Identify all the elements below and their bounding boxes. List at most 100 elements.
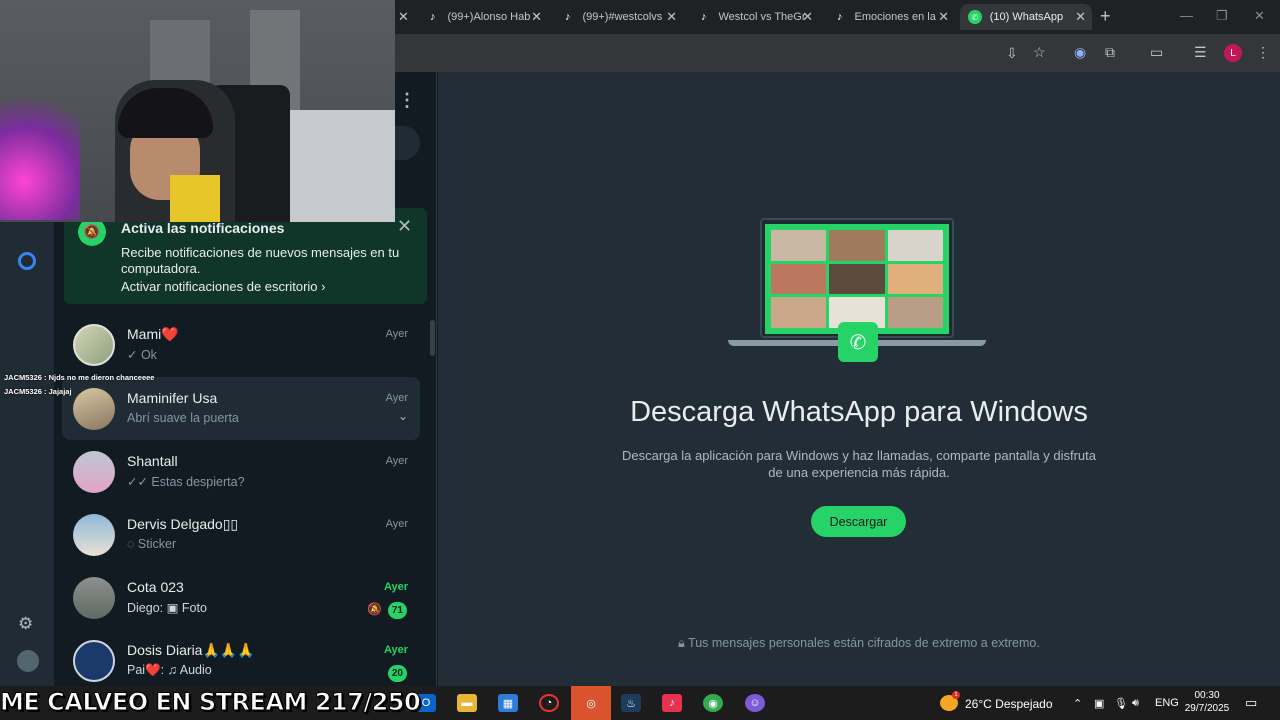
new-tab-button[interactable]: + bbox=[1100, 6, 1111, 27]
stream-chat-message: JACM5326 : Jajajaj bbox=[4, 387, 72, 396]
chevron-up-icon[interactable]: ⌃ bbox=[1073, 697, 1082, 710]
participant-tile bbox=[887, 263, 943, 295]
browser-toolbar bbox=[395, 34, 1280, 72]
close-icon[interactable]: ✕ bbox=[666, 9, 677, 25]
chat-preview: ◌ Sticker bbox=[127, 537, 177, 551]
extensions-puzzle-icon[interactable]: ⧉ bbox=[1105, 44, 1115, 61]
steam-icon[interactable]: ♨ bbox=[621, 694, 641, 712]
tab-tiktok-1[interactable]: ♪ (99+)Alonso Hab ✕ bbox=[418, 4, 548, 30]
weather-text[interactable]: 26°C Despejado bbox=[965, 697, 1053, 711]
tiktok-icon: ♪ bbox=[429, 11, 436, 23]
chat-name: Mami❤️ bbox=[127, 326, 179, 342]
chat-preview: Abrí suave la puerta bbox=[127, 411, 239, 425]
participant-tile bbox=[771, 297, 827, 328]
tab-title: (10) WhatsApp bbox=[989, 11, 1064, 23]
page-title: Descarga WhatsApp para Windows bbox=[630, 396, 1088, 428]
participant-tile bbox=[771, 263, 827, 295]
install-app-icon[interactable]: ⇩ bbox=[1006, 45, 1018, 62]
discord-icon[interactable]: ☺ bbox=[745, 694, 765, 712]
browser-menu-icon[interactable]: ⋮ bbox=[1256, 44, 1270, 61]
chat-name: Cota 023 bbox=[127, 579, 184, 595]
chat-name: Shantall bbox=[127, 453, 178, 469]
bookmark-star-icon[interactable]: ☆ bbox=[1033, 44, 1046, 61]
chat-item[interactable]: Cota 023 Diego: ▣ Foto Ayer 🔕 71 bbox=[62, 566, 420, 629]
tab-tiktok-2[interactable]: ♪ (99+)#westcolvs ✕ bbox=[553, 4, 683, 30]
chat-time: Ayer bbox=[385, 518, 408, 530]
language-indicator[interactable]: ENG bbox=[1155, 697, 1179, 709]
chat-item[interactable]: Dervis Delgado▯▯ ◌ Sticker Ayer bbox=[62, 503, 420, 566]
screen: ✕ ♪ (99+)Alonso Hab ✕ ♪ (99+)#westcolvs … bbox=[0, 0, 1280, 720]
tab-title: (99+)Alonso Hab bbox=[447, 11, 531, 23]
chat-name: Dosis Diaria🙏🙏🙏 bbox=[127, 642, 255, 658]
streaming-app-icon[interactable]: ◎ bbox=[571, 686, 611, 720]
avatar bbox=[73, 388, 115, 430]
laptop-illustration bbox=[760, 218, 954, 338]
tab-title: (99+)#westcolvs bbox=[582, 11, 663, 23]
page-description: Descarga la aplicación para Windows y ha… bbox=[621, 448, 1096, 480]
clock-date: 29/7/2025 bbox=[1184, 703, 1230, 714]
participant-tile bbox=[887, 297, 943, 328]
sidepanel-icon[interactable]: ▭ bbox=[1150, 44, 1163, 61]
download-button[interactable]: Descargar bbox=[811, 506, 906, 537]
intro-panel bbox=[438, 72, 1280, 686]
tiktok-live-icon[interactable]: ♪ bbox=[662, 694, 682, 712]
participant-tile bbox=[771, 230, 827, 261]
encryption-note: 🔒︎ Tus mensajes personales están cifrado… bbox=[438, 636, 1280, 651]
chat-item[interactable]: Maminifer Usa Abrí suave la puerta Ayer … bbox=[62, 377, 420, 440]
chat-item[interactable]: Shantall ✓✓ Estas despierta? Ayer bbox=[62, 440, 420, 503]
media-control-icon[interactable]: ☰ bbox=[1194, 44, 1207, 61]
minimize-icon[interactable]: — bbox=[1180, 8, 1193, 23]
stream-chat-message: JACM5326 : Njds no me dieron chanceeee bbox=[4, 373, 155, 382]
obs-icon[interactable]: ◔ bbox=[539, 694, 559, 712]
meta-ai-icon[interactable] bbox=[18, 252, 36, 270]
chevron-down-icon[interactable]: ⌄ bbox=[398, 409, 408, 423]
tiktok-icon: ♪ bbox=[564, 11, 571, 23]
close-icon[interactable]: ✕ bbox=[531, 9, 542, 25]
settings-gear-icon[interactable]: ⚙ bbox=[18, 614, 33, 634]
volume-icon[interactable]: 🔊︎ bbox=[1132, 697, 1139, 710]
microphone-icon[interactable]: 🎙︎ bbox=[1114, 697, 1128, 710]
chat-list-scrollbar[interactable] bbox=[430, 320, 435, 356]
chat-preview: Pai❤️: ♫ Audio bbox=[127, 663, 212, 677]
close-icon[interactable]: ✕ bbox=[802, 9, 813, 25]
chat-time: Ayer bbox=[385, 328, 408, 340]
video-call-grid bbox=[765, 224, 949, 334]
file-explorer-icon[interactable]: ▬ bbox=[457, 694, 477, 712]
system-clock[interactable]: 00:30 29/7/2025 bbox=[1182, 689, 1232, 715]
participant-tile bbox=[829, 263, 885, 295]
chat-time: Ayer bbox=[383, 581, 408, 593]
close-icon[interactable]: ✕ bbox=[398, 9, 409, 25]
unread-badge: 71 bbox=[387, 602, 407, 619]
unread-badge: 20 bbox=[387, 665, 407, 682]
profile-avatar-rail[interactable] bbox=[17, 650, 39, 672]
chevron-right-icon: › bbox=[321, 279, 326, 294]
chat-item[interactable]: Mami❤️ ✓ Ok Ayer bbox=[62, 313, 420, 376]
close-icon[interactable]: ✕ bbox=[1075, 9, 1086, 25]
notification-center-icon[interactable]: ▭ bbox=[1245, 695, 1257, 711]
chat-time: Ayer bbox=[385, 392, 408, 404]
chrome-icon[interactable]: ◉ bbox=[703, 694, 723, 712]
tab-tiktok-4[interactable]: ♪ Emociones en la ✕ bbox=[825, 4, 955, 30]
enable-notifications-link[interactable]: Activar notificaciones de escritorio › bbox=[121, 279, 326, 294]
camera-icon[interactable]: ▣ bbox=[1094, 697, 1104, 710]
clock-time: 00:30 bbox=[1194, 690, 1220, 701]
restore-icon[interactable]: ❐ bbox=[1216, 8, 1228, 24]
menu-dots-icon[interactable]: ⋮ bbox=[398, 90, 416, 111]
tiktok-icon: ♪ bbox=[836, 11, 843, 23]
encryption-text: Tus mensajes personales están cifrados d… bbox=[688, 636, 1040, 650]
avatar bbox=[73, 514, 115, 556]
chat-name: Maminifer Usa bbox=[127, 390, 218, 406]
tab-whatsapp[interactable]: ✆ (10) WhatsApp ✕ bbox=[960, 4, 1092, 30]
extension-icon[interactable]: ◉ bbox=[1074, 44, 1086, 61]
close-icon[interactable]: ✕ bbox=[938, 9, 949, 25]
avatar bbox=[73, 324, 115, 366]
close-icon[interactable]: ✕ bbox=[397, 216, 412, 237]
store-icon[interactable]: ▦ bbox=[498, 694, 518, 712]
chat-item[interactable]: Dosis Diaria🙏🙏🙏 Pai❤️: ♫ Audio Ayer 20 bbox=[62, 629, 420, 685]
tab-title: Emociones en la bbox=[854, 11, 936, 23]
close-window-icon[interactable]: ✕ bbox=[1254, 8, 1265, 24]
webcam-shirt bbox=[170, 175, 220, 222]
tab-tiktok-3[interactable]: ♪ Westcol vs TheGr ✕ bbox=[689, 4, 819, 30]
chat-time: Ayer bbox=[383, 644, 408, 656]
profile-avatar[interactable]: L bbox=[1224, 44, 1242, 62]
